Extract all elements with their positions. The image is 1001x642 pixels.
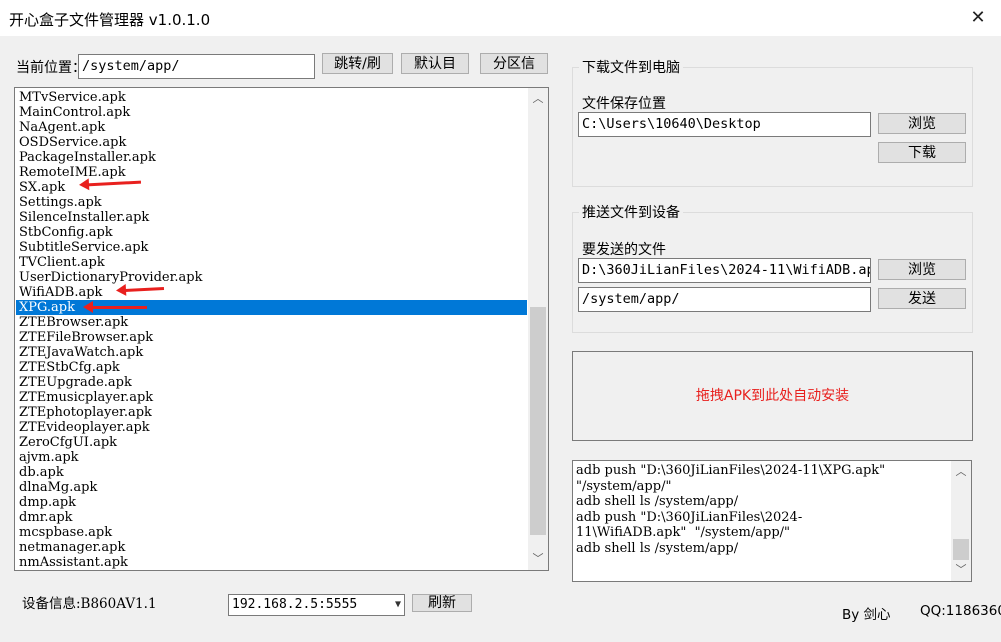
file-list-item[interactable]: ZTEUpgrade.apk	[16, 375, 527, 390]
file-list-item[interactable]: ZTEFileBrowser.apk	[16, 330, 527, 345]
file-list-item[interactable]: RemoteIME.apk	[16, 165, 527, 180]
log-line: "/system/app/"	[576, 478, 672, 494]
file-list-item[interactable]: dlnaMg.apk	[16, 480, 527, 495]
file-list-item[interactable]: StbConfig.apk	[16, 225, 527, 240]
download-group-title: 下载文件到电脑	[579, 57, 683, 77]
log-scroll-up-icon[interactable]: ︿	[951, 463, 971, 481]
scroll-down-icon[interactable]: ﹀	[528, 550, 548, 568]
browse-save-button[interactable]: 浏览	[878, 113, 966, 134]
location-label: 当前位置：	[16, 60, 86, 76]
file-list-item[interactable]: db.apk	[16, 465, 527, 480]
log-scrollbar-thumb[interactable]	[953, 539, 969, 560]
file-list-scrollbar[interactable]: ︿ ﹀	[528, 88, 548, 570]
log-line: adb push "D:\360JiLianFiles\2024-	[576, 509, 803, 525]
file-list-item[interactable]: ZeroCfgUI.apk	[16, 435, 527, 450]
file-list[interactable]: MTvService.apk MainControl.apk NaAgent.apk…	[14, 87, 549, 571]
scrollbar-thumb[interactable]	[530, 307, 546, 535]
file-list-item[interactable]: MainControl.apk	[16, 105, 527, 120]
file-list-item[interactable]: ZTEphotoplayer.apk	[16, 405, 527, 420]
annotation-arrow-xpg	[83, 301, 147, 313]
default-dir-button[interactable]: 默认目	[401, 53, 469, 74]
save-location-label: 文件保存位置	[582, 96, 666, 112]
command-log[interactable]: adb push "D:\360JiLianFiles\2024-11\XPG.…	[572, 460, 972, 582]
log-line: adb shell ls /system/app/	[576, 494, 739, 509]
file-list-item[interactable]: ajvm.apk	[16, 450, 527, 465]
file-list-item[interactable]: SubtitleService.apk	[16, 240, 527, 255]
send-button[interactable]: 发送	[878, 288, 966, 309]
download-button[interactable]: 下载	[878, 142, 966, 163]
title-bar: 开心盒子文件管理器 v1.0.1.0 ✕	[0, 0, 1001, 36]
file-list-item[interactable]: mcspbase.apk	[16, 525, 527, 540]
file-list-item[interactable]: NaAgent.apk	[16, 120, 527, 135]
refresh-button[interactable]: 刷新	[412, 594, 472, 612]
file-list-item[interactable]: WifiADB.apk	[16, 285, 527, 300]
close-icon[interactable]: ✕	[955, 0, 1001, 36]
window-title: 开心盒子文件管理器 v1.0.1.0	[9, 11, 211, 29]
log-line: 11\WifiADB.apk" "/system/app/"	[576, 525, 790, 540]
device-info: 设备信息:B860AV1.1	[22, 596, 157, 612]
push-group-title: 推送文件到设备	[579, 202, 683, 222]
qq-label: QQ:1186360	[920, 603, 1001, 619]
file-list-items: MTvService.apk MainControl.apk NaAgent.apk…	[16, 90, 527, 570]
log-line: adb push "D:\360JiLianFiles\2024-11\XPG.…	[576, 463, 886, 478]
file-list-item[interactable]: nmAssistant.apk	[16, 555, 527, 570]
apk-drop-zone[interactable]: 拖拽APK到此处自动安装	[572, 351, 973, 441]
command-log-lines: adb push "D:\360JiLianFiles\2024-11\XPG.…	[576, 463, 948, 556]
scroll-up-icon[interactable]: ︿	[528, 90, 548, 108]
file-list-item[interactable]: ZTEBrowser.apk	[16, 315, 527, 330]
device-select-value: 192.168.2.5:5555	[232, 597, 358, 612]
file-list-item[interactable]: SilenceInstaller.apk	[16, 210, 527, 225]
file-list-item[interactable]: ZTEvideoplayer.apk	[16, 420, 527, 435]
file-list-item[interactable]: dmr.apk	[16, 510, 527, 525]
browse-push-button[interactable]: 浏览	[878, 259, 966, 280]
file-list-item[interactable]: dmp.apk	[16, 495, 527, 510]
chevron-down-icon[interactable]: ▼	[395, 595, 401, 615]
file-list-item[interactable]: PackageInstaller.apk	[16, 150, 527, 165]
file-list-item[interactable]: ZTEmusicplayer.apk	[16, 390, 527, 405]
partition-info-button[interactable]: 分区信	[480, 53, 548, 74]
file-list-item[interactable]: TVClient.apk	[16, 255, 527, 270]
file-list-item[interactable]: MTvService.apk	[16, 90, 527, 105]
push-file-input[interactable]: D:\360JiLianFiles\2024-11\WifiADB.ap	[578, 258, 871, 283]
author-label: By 剑心	[842, 607, 891, 623]
device-select[interactable]: 192.168.2.5:5555 ▼	[228, 594, 405, 616]
log-scroll-down-icon[interactable]: ﹀	[951, 561, 971, 579]
push-target-input[interactable]: /system/app/	[578, 287, 871, 312]
file-list-item[interactable]: UserDictionaryProvider.apk	[16, 270, 527, 285]
file-list-item[interactable]: Settings.apk	[16, 195, 527, 210]
location-input[interactable]: /system/app/	[78, 54, 315, 79]
push-file-label: 要发送的文件	[582, 242, 666, 258]
file-list-item[interactable]: OSDService.apk	[16, 135, 527, 150]
save-path-input[interactable]: C:\Users\10640\Desktop	[578, 112, 871, 137]
file-list-item[interactable]: ZTEJavaWatch.apk	[16, 345, 527, 360]
log-line: adb shell ls /system/app/	[576, 540, 739, 556]
log-scrollbar[interactable]: ︿ ﹀	[951, 461, 971, 581]
jump-refresh-button[interactable]: 跳转/刷	[322, 53, 393, 74]
file-list-item[interactable]: netmanager.apk	[16, 540, 527, 555]
file-list-item[interactable]: ZTEStbCfg.apk	[16, 360, 527, 375]
